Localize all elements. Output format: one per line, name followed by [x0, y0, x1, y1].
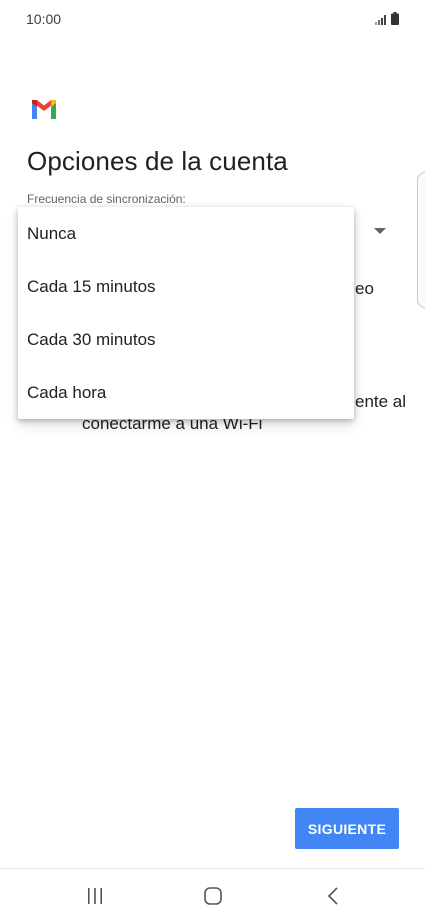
scroll-edge-handle — [417, 172, 425, 308]
background-option-text: ente al — [355, 392, 407, 411]
status-icons — [375, 12, 399, 25]
next-button[interactable]: SIGUIENTE — [295, 808, 399, 849]
home-icon — [204, 887, 222, 905]
back-icon — [327, 887, 338, 905]
background-option-text: eo — [355, 279, 374, 298]
page-title: Opciones de la cuenta — [27, 146, 288, 176]
recent-apps-button[interactable] — [80, 884, 110, 908]
dropdown-option-30-minutes[interactable]: Cada 30 minutos — [18, 313, 354, 366]
signal-icon — [375, 15, 386, 25]
status-time: 10:00 — [26, 11, 62, 27]
dropdown-arrow-icon[interactable] — [374, 228, 386, 234]
sync-frequency-label: Frecuencia de sincronización: — [27, 192, 186, 206]
dropdown-option-hourly[interactable]: Cada hora — [18, 366, 354, 419]
home-button[interactable] — [198, 884, 228, 908]
navigation-bar — [0, 868, 425, 922]
recent-apps-icon — [88, 888, 102, 904]
gmail-logo — [32, 100, 56, 119]
dropdown-option-nunca[interactable]: Nunca — [18, 207, 354, 260]
sync-frequency-dropdown: Nunca Cada 15 minutos Cada 30 minutos Ca… — [18, 207, 354, 419]
back-button[interactable] — [318, 884, 348, 908]
status-bar: 10:00 — [0, 0, 425, 40]
battery-icon — [391, 12, 399, 25]
dropdown-option-15-minutes[interactable]: Cada 15 minutos — [18, 260, 354, 313]
